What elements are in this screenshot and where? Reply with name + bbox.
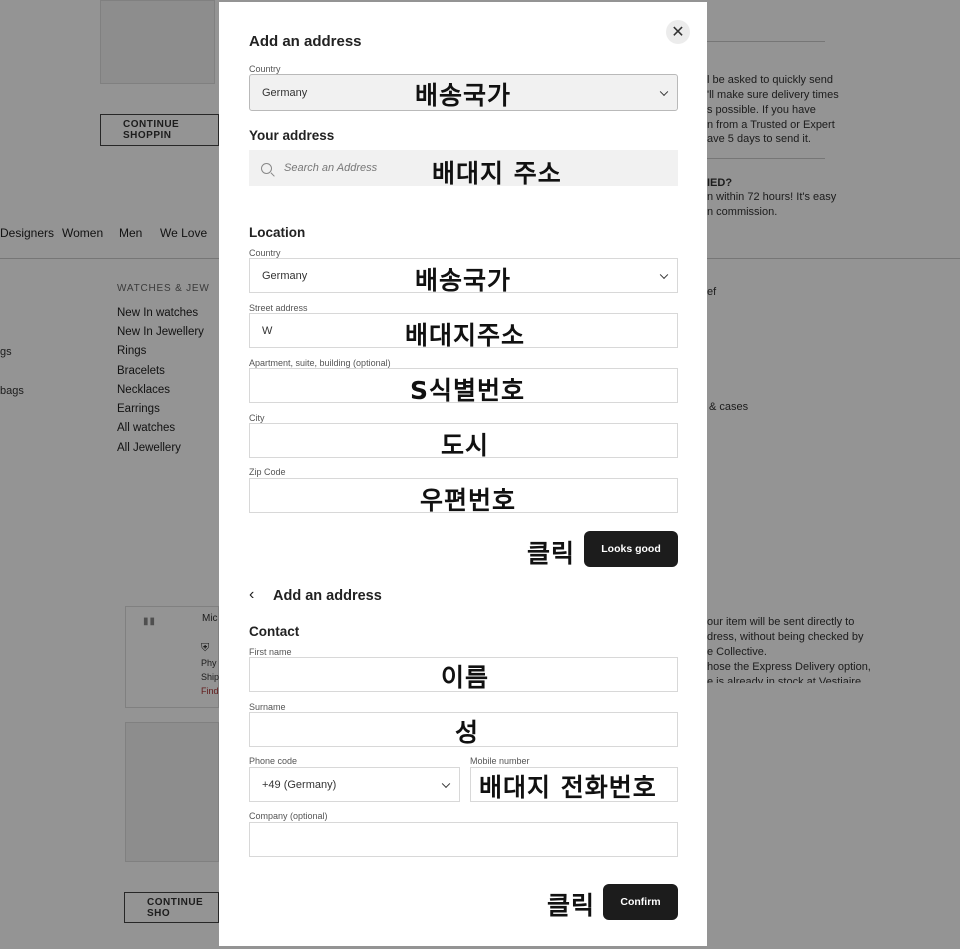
search-icon: [261, 162, 272, 174]
annotation-apartment: S식별번호: [410, 376, 526, 405]
mobile-label: Mobile number: [470, 756, 530, 766]
country-value: Germany: [262, 86, 308, 99]
company-input[interactable]: [249, 822, 678, 857]
zip-label: Zip Code: [249, 467, 286, 477]
close-button[interactable]: ✕: [666, 20, 690, 44]
modal-title: Add an address: [249, 33, 362, 50]
chevron-down-icon: [441, 779, 451, 788]
back-arrow-icon[interactable]: ‹: [249, 586, 254, 604]
annotation-street: 배대지주소: [405, 321, 526, 350]
address-modal: Add an address ✕ Country Germany Your ad…: [219, 2, 707, 946]
confirm-button[interactable]: Confirm: [603, 884, 678, 920]
chevron-down-icon: [659, 87, 669, 96]
annotation-mobile: 배대지 전화번호: [479, 773, 657, 802]
company-label: Company (optional): [249, 811, 328, 821]
city-label: City: [249, 413, 265, 423]
annotation-city: 도시: [441, 431, 490, 460]
location-country-value: Germany: [262, 269, 308, 282]
looks-good-button[interactable]: Looks good: [584, 531, 678, 567]
street-value: W: [262, 324, 273, 337]
annotation-country-2: 배송국가: [415, 266, 512, 295]
first-name-label: First name: [249, 647, 292, 657]
country-label: Country: [249, 64, 281, 74]
your-address-heading: Your address: [249, 128, 335, 143]
close-icon: ✕: [671, 24, 685, 41]
street-label: Street address: [249, 303, 308, 313]
phone-code-label: Phone code: [249, 756, 298, 766]
apartment-label: Apartment, suite, building (optional): [249, 358, 391, 368]
annotation-click-2: 클릭: [547, 891, 596, 920]
annotation-surname: 성: [455, 718, 480, 747]
chevron-down-icon: [659, 270, 669, 279]
surname-label: Surname: [249, 702, 286, 712]
second-step-title: Add an address: [273, 588, 382, 604]
annotation-address: 배대지 주소: [432, 159, 562, 188]
location-country-label: Country: [249, 248, 281, 258]
contact-heading: Contact: [249, 624, 300, 639]
annotation-country: 배송국가: [415, 81, 512, 110]
annotation-click-1: 클릭: [527, 539, 576, 568]
location-heading: Location: [249, 225, 306, 240]
phone-code-select[interactable]: +49 (Germany): [249, 767, 460, 802]
search-placeholder: Search an Address: [284, 162, 378, 174]
phone-code-value: +49 (Germany): [262, 778, 337, 791]
annotation-first-name: 이름: [441, 663, 490, 692]
annotation-zip: 우편번호: [420, 486, 517, 515]
